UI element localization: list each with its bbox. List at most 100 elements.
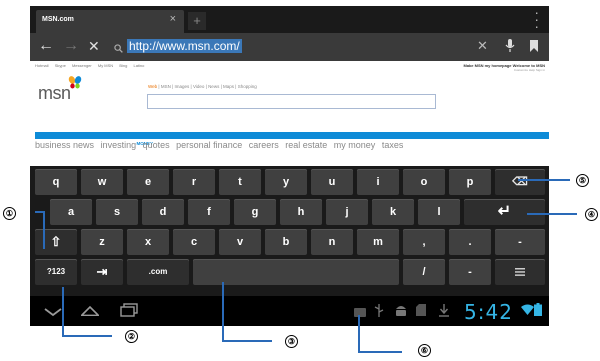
key-f[interactable]: f <box>188 199 230 225</box>
sublink[interactable]: my money <box>334 140 376 150</box>
msn-nav-link[interactable]: Skype <box>55 63 66 68</box>
msn-category-bar: NEWS ENTERTAINMENT SPORTS MONEY LIVING L… <box>35 132 549 146</box>
shift-key[interactable]: ⇧ <box>35 229 77 255</box>
backspace-key[interactable]: ⌫ <box>495 169 545 195</box>
forward-icon[interactable]: → <box>63 37 79 55</box>
callout-line-1 <box>35 211 43 213</box>
sublink[interactable]: personal finance <box>176 140 242 150</box>
callout-number-6: ⑥ <box>418 344 431 357</box>
url-text[interactable]: http://www.msn.com/ <box>127 39 242 53</box>
key-period[interactable]: . <box>449 229 491 255</box>
key-y[interactable]: y <box>265 169 307 195</box>
key-l[interactable]: l <box>418 199 460 225</box>
browser-tab[interactable]: MSN.com × <box>36 10 184 33</box>
msn-nav-link[interactable]: Latino <box>133 63 144 68</box>
key-s[interactable]: s <box>96 199 138 225</box>
new-tab-button[interactable]: + <box>188 12 206 30</box>
key-g[interactable]: g <box>234 199 276 225</box>
tab-key[interactable]: ⇥ <box>81 259 123 285</box>
callout-line-3 <box>222 340 272 342</box>
key-o[interactable]: o <box>403 169 445 195</box>
key-comma[interactable]: , <box>403 229 445 255</box>
key-a[interactable]: a <box>50 199 92 225</box>
search-tab[interactable]: MSN <box>161 84 171 89</box>
tablet-screen: MSN.com × + · · · ← → ✕ http://www.msn.com… <box>30 6 549 326</box>
msn-nav-link[interactable]: Messenger <box>72 63 92 68</box>
key-v[interactable]: v <box>219 229 261 255</box>
search-tab[interactable]: Video <box>193 84 204 89</box>
soft-keyboard: q w e r t y u i o p ⌫ a s d f g h j k l … <box>30 166 549 296</box>
key-c[interactable]: c <box>173 229 215 255</box>
dash-key[interactable]: - <box>449 259 491 285</box>
callout-line-5 <box>518 179 570 181</box>
key-x[interactable]: x <box>127 229 169 255</box>
sublink[interactable]: careers <box>249 140 279 150</box>
sublink[interactable]: quotes <box>143 140 170 150</box>
search-tab[interactable]: Images <box>175 84 190 89</box>
slash-key[interactable]: / <box>403 259 445 285</box>
search-tab[interactable]: News <box>208 84 219 89</box>
symbols-key[interactable]: ?123 <box>35 259 77 285</box>
keyboard-settings-icon <box>515 268 525 276</box>
bookmark-icon[interactable] <box>529 39 539 58</box>
callout-line-3-vertical <box>222 282 224 341</box>
tab-title: MSN.com <box>42 16 74 23</box>
enter-key[interactable]: ↵ <box>464 199 545 225</box>
key-h[interactable]: h <box>280 199 322 225</box>
search-tab[interactable]: Maps <box>223 84 234 89</box>
callout-line-1-vertical <box>43 211 45 249</box>
callout-line-2-vertical <box>62 287 64 336</box>
msn-account-links[interactable]: Customize Help Sign in <box>514 68 545 72</box>
home-icon[interactable] <box>80 304 100 320</box>
key-p[interactable]: p <box>449 169 491 195</box>
dotcom-key[interactable]: .com <box>127 259 189 285</box>
key-b[interactable]: b <box>265 229 307 255</box>
download-icon <box>439 304 449 321</box>
key-q[interactable]: q <box>35 169 77 195</box>
msn-butterfly-icon <box>68 75 82 94</box>
hide-keyboard-icon[interactable] <box>44 305 62 321</box>
stop-icon[interactable]: ✕ <box>88 37 100 55</box>
key-j[interactable]: j <box>326 199 368 225</box>
key-z[interactable]: z <box>81 229 123 255</box>
wifi-icon <box>521 303 534 319</box>
overflow-menu-icon[interactable]: · · · <box>534 6 539 33</box>
callout-number-1: ① <box>3 207 16 220</box>
web-page: Hotmail Skype Messenger My MSN Bing Lati… <box>30 61 549 166</box>
msn-nav-link[interactable]: Bing <box>119 63 127 68</box>
search-tab[interactable]: Web <box>148 84 157 89</box>
key-dash[interactable]: - <box>495 229 545 255</box>
sublink[interactable]: investing <box>101 140 137 150</box>
msn-search-input[interactable] <box>147 94 436 109</box>
sublink[interactable]: taxes <box>382 140 404 150</box>
key-r[interactable]: r <box>173 169 215 195</box>
key-i[interactable]: i <box>357 169 399 195</box>
settings-key[interactable] <box>495 259 545 285</box>
key-d[interactable]: d <box>142 199 184 225</box>
android-debug-icon <box>395 303 407 321</box>
sublink[interactable]: real estate <box>285 140 327 150</box>
msn-nav-link[interactable]: Hotmail <box>35 63 49 68</box>
space-key[interactable] <box>193 259 399 285</box>
key-k[interactable]: k <box>372 199 414 225</box>
callout-line-2 <box>62 335 112 337</box>
recent-apps-icon[interactable] <box>120 303 138 321</box>
microphone-icon[interactable] <box>505 39 515 58</box>
sublink[interactable]: business news <box>35 140 94 150</box>
key-w[interactable]: w <box>81 169 123 195</box>
tab-close-icon[interactable]: × <box>170 13 176 25</box>
msn-nav-link[interactable]: My MSN <box>98 63 113 68</box>
key-e[interactable]: e <box>127 169 169 195</box>
callout-line-4 <box>527 213 577 215</box>
callout-number-4: ④ <box>585 208 598 221</box>
callout-number-3: ③ <box>285 335 298 348</box>
msn-logo[interactable]: msn <box>38 83 71 104</box>
url-input[interactable]: http://www.msn.com/ <box>115 38 489 56</box>
clear-url-icon[interactable]: ✕ <box>477 37 488 55</box>
back-icon[interactable]: ← <box>38 37 54 55</box>
key-t[interactable]: t <box>219 169 261 195</box>
key-m[interactable]: m <box>357 229 399 255</box>
key-u[interactable]: u <box>311 169 353 195</box>
key-n[interactable]: n <box>311 229 353 255</box>
search-tab[interactable]: Shopping <box>238 84 257 89</box>
